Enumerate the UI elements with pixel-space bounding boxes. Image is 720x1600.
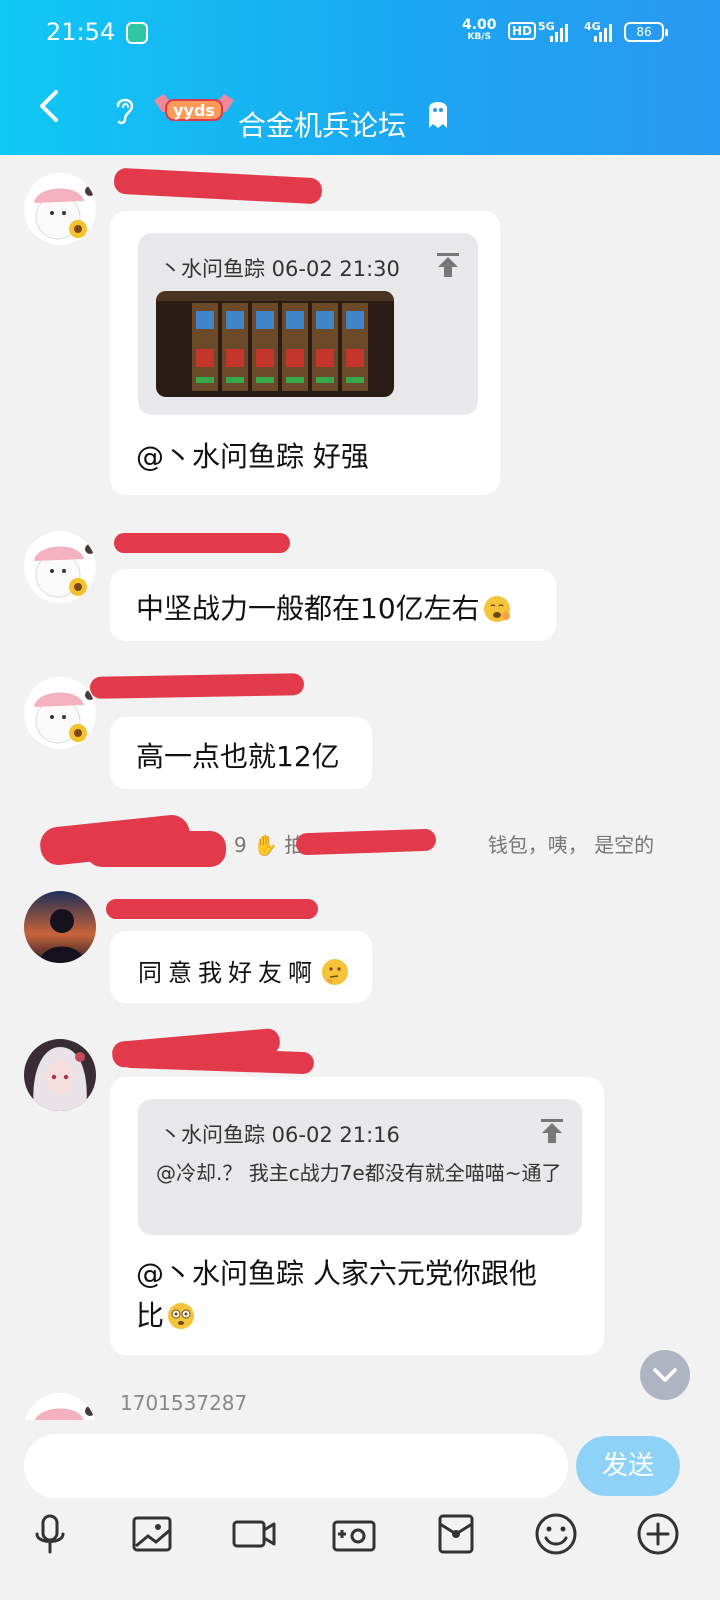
flushed-emoji-icon bbox=[168, 1303, 195, 1329]
message-bubble[interactable]: 同意我好友啊 bbox=[110, 931, 372, 1003]
redacted-name bbox=[119, 1045, 315, 1075]
thinking-emoji-icon bbox=[322, 959, 348, 985]
yyds-badge-text: yyds bbox=[173, 101, 215, 120]
pat-text-1: 9 bbox=[234, 833, 247, 857]
redacted-name bbox=[113, 167, 323, 205]
composer-area: 发送 bbox=[0, 1420, 720, 1600]
ghost-icon bbox=[429, 102, 447, 128]
pat-text-3: 钱包，咦， 是空的 bbox=[487, 833, 655, 857]
signal-icon bbox=[550, 24, 568, 42]
image-icon[interactable] bbox=[128, 1510, 176, 1558]
avatar-bear[interactable] bbox=[24, 677, 96, 749]
net-speed-unit: KB/S bbox=[467, 32, 492, 42]
game-screenshot-thumbnail[interactable] bbox=[156, 291, 394, 397]
reply-quote[interactable]: 丶水问鱼踪 06-02 21:16 @冷却.？ 我主c战力7e都没有就全喵喵~通… bbox=[138, 1099, 582, 1235]
message-text: @丶水问鱼踪 好强 bbox=[136, 440, 369, 473]
avatar-bear[interactable] bbox=[24, 531, 96, 603]
status-bar: 21:54 4.00 KB/S HD 5G 4G 86 bbox=[0, 14, 720, 54]
message-text-line-2: 比 bbox=[136, 1295, 576, 1337]
yawn-emoji-icon bbox=[483, 596, 510, 622]
signal-icon-2 bbox=[594, 24, 612, 42]
message-text-content: 中坚战力一般都在10亿左右 bbox=[136, 592, 480, 625]
video-icon[interactable] bbox=[230, 1510, 278, 1558]
message-input[interactable] bbox=[24, 1434, 568, 1498]
red-packet-icon[interactable] bbox=[432, 1510, 480, 1558]
net-speed: 4.00 KB/S bbox=[462, 18, 497, 42]
hd-badge: HD bbox=[508, 22, 537, 40]
quote-author-time: 丶水问鱼踪 06-02 21:30 bbox=[160, 257, 400, 281]
jump-to-quote-icon[interactable] bbox=[434, 251, 462, 279]
quote-body: @冷却.？ 我主c战力7e都没有就全喵喵~通了 bbox=[156, 1161, 562, 1185]
message-bubble[interactable]: 丶水问鱼踪 06-02 21:30 @丶水问鱼踪 好强 bbox=[110, 211, 500, 495]
avatar-bear[interactable] bbox=[24, 173, 96, 245]
message-bubble[interactable]: 丶水问鱼踪 06-02 21:16 @冷却.？ 我主c战力7e都没有就全喵喵~通… bbox=[110, 1077, 604, 1355]
reply-quote[interactable]: 丶水问鱼踪 06-02 21:30 bbox=[138, 233, 478, 415]
microphone-icon[interactable] bbox=[26, 1510, 74, 1558]
jump-to-quote-icon[interactable] bbox=[538, 1117, 566, 1145]
message-text: 同意我好友啊 bbox=[138, 953, 350, 988]
composer-toolbar bbox=[0, 1510, 720, 1570]
message-text-line-2-content: 比 bbox=[136, 1299, 165, 1332]
top-bar: 21:54 4.00 KB/S HD 5G 4G 86 yyds 合金机兵论坛 bbox=[0, 0, 720, 155]
message-text-content: 同意我好友啊 bbox=[138, 959, 318, 987]
plus-icon[interactable] bbox=[634, 1510, 682, 1558]
emoji-icon[interactable] bbox=[532, 1510, 580, 1558]
message-text-line-1: @丶水问鱼踪 人家六元党你跟他 bbox=[136, 1257, 537, 1290]
wave-hand-icon: ✋ bbox=[253, 833, 278, 857]
avatar-silhouette[interactable] bbox=[24, 891, 96, 963]
message-bubble[interactable]: 中坚战力一般都在10亿左右 bbox=[110, 569, 556, 641]
redacted-name bbox=[86, 831, 226, 867]
message-text: 高一点也就12亿 bbox=[136, 740, 340, 773]
chat-list[interactable]: 丶水问鱼踪 06-02 21:30 @丶水问鱼踪 好强 中坚战力一般都在10亿左… bbox=[0, 155, 720, 1425]
status-time: 21:54 bbox=[46, 18, 116, 46]
battery-icon: 86 bbox=[624, 22, 668, 42]
message-bubble[interactable]: 高一点也就12亿 bbox=[110, 717, 372, 789]
net-speed-value: 4.00 bbox=[462, 17, 497, 33]
redacted-name bbox=[89, 673, 305, 699]
scroll-to-bottom-button[interactable] bbox=[640, 1350, 690, 1400]
back-arrow-icon[interactable] bbox=[36, 88, 64, 124]
avatar-anime-girl[interactable] bbox=[24, 1039, 96, 1111]
camera-icon[interactable] bbox=[330, 1510, 378, 1558]
notification-icon bbox=[126, 22, 148, 44]
chevron-down-icon bbox=[653, 1368, 677, 1382]
message-text: 中坚战力一般都在10亿左右 bbox=[136, 587, 512, 627]
redacted-name bbox=[114, 533, 290, 553]
send-button[interactable]: 发送 bbox=[576, 1436, 680, 1496]
redacted-name bbox=[106, 899, 318, 919]
yyds-badge-icon: yyds bbox=[154, 94, 234, 121]
ear-icon[interactable] bbox=[112, 94, 138, 126]
sender-name: 1701537287 bbox=[120, 1391, 248, 1415]
message-text: @丶水问鱼踪 人家六元党你跟他 比 bbox=[136, 1253, 576, 1337]
group-title: 合金机兵论坛 bbox=[238, 109, 407, 142]
quote-author-time: 丶水问鱼踪 06-02 21:16 bbox=[160, 1123, 400, 1147]
